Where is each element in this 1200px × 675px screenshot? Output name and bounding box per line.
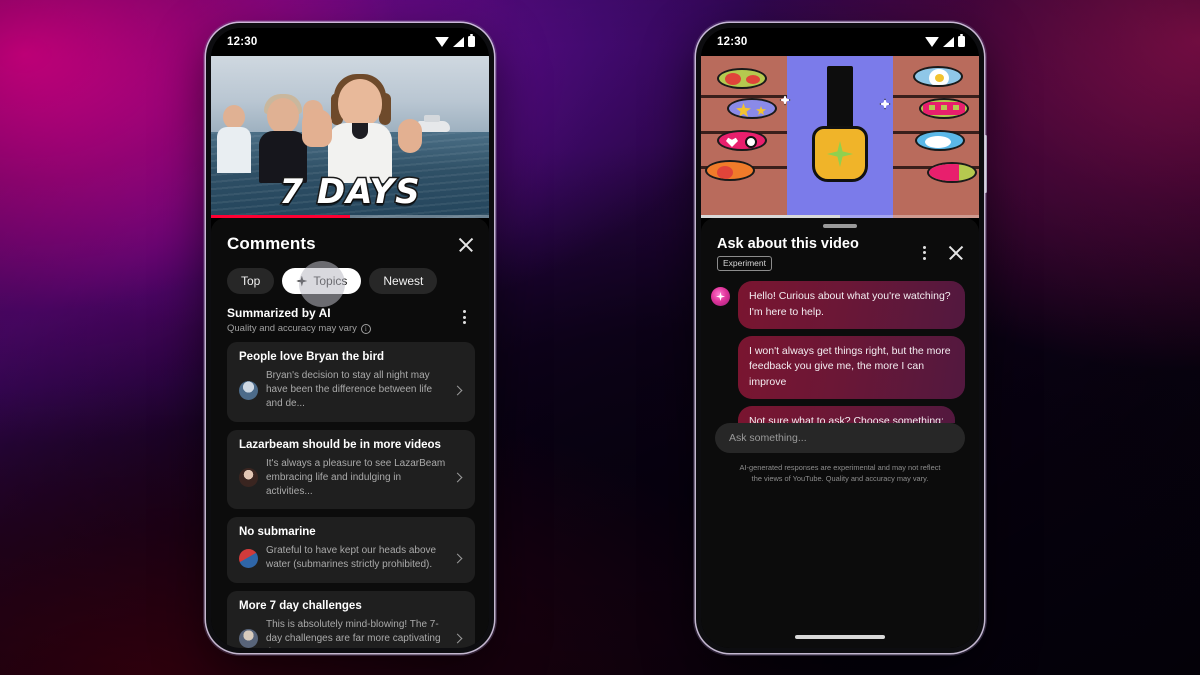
nail-shape: [717, 130, 767, 151]
ai-summary-subtitle: Quality and accuracy may vary: [227, 323, 357, 334]
status-icons: [925, 34, 965, 48]
sparkle-icon: [879, 98, 891, 110]
comment-filter-chips: Top Topics Newest: [211, 256, 489, 307]
topic-card[interactable]: Lazarbeam should be in more videos It's …: [227, 429, 475, 510]
avatar: [239, 629, 258, 648]
chip-topics-label: Topics: [313, 274, 348, 288]
chevron-right-icon[interactable]: [452, 385, 463, 396]
topic-card-title: No submarine: [239, 526, 316, 539]
chip-top[interactable]: Top: [227, 268, 275, 294]
nail-polish-bottle: [812, 66, 868, 182]
signal-icon: [943, 37, 954, 47]
sparkle-icon: [827, 141, 853, 167]
wifi-icon: [435, 37, 449, 47]
topic-card-text: Grateful to have kept our heads above wa…: [266, 545, 437, 571]
system-nav-bar-right: [701, 626, 979, 648]
status-bar-right: 12:30: [701, 28, 979, 56]
home-indicator[interactable]: [795, 635, 885, 639]
topic-card[interactable]: No submarine Grateful to have kept our h…: [227, 517, 475, 583]
chat-message: Hello! Curious about what you're watchin…: [711, 281, 965, 329]
ai-summary-header: Summarized by AI Quality and accuracy ma…: [211, 294, 489, 334]
signal-icon: [453, 37, 464, 47]
page-title: Ask about this video: [717, 235, 859, 252]
status-time: 12:30: [717, 36, 748, 48]
topic-card-list: People love Bryan the bird Bryan's decis…: [211, 334, 489, 648]
ask-video-header: Ask about this video Experiment: [701, 228, 979, 272]
close-icon[interactable]: [945, 242, 967, 264]
comments-sheet: Comments Top Topics Newest Summarized by…: [211, 218, 489, 648]
topic-card-text: It's always a pleasure to see LazarBeam …: [266, 457, 446, 497]
chip-newest[interactable]: Newest: [369, 268, 438, 294]
nail-shape: [913, 66, 963, 87]
comments-header: Comments: [211, 224, 489, 256]
status-bar-left: 12:30: [211, 28, 489, 56]
nail-shape: [705, 160, 755, 181]
chat-message: Not sure what to ask? Choose something:: [711, 405, 965, 423]
chip-newest-label: Newest: [383, 274, 424, 288]
avatar: [239, 380, 258, 400]
ask-video-sheet: Ask about this video Experiment Hello! C…: [701, 218, 979, 648]
video-player-left[interactable]: 7 DAYS: [211, 56, 489, 218]
chevron-right-icon[interactable]: [452, 553, 463, 564]
topic-card[interactable]: More 7 day challenges This is absolutely…: [227, 590, 475, 649]
topic-card-title: More 7 day challenges: [239, 599, 362, 612]
bottle-cap: [827, 66, 853, 128]
close-icon[interactable]: [455, 234, 477, 256]
bottle-body: [812, 126, 868, 182]
chevron-right-icon[interactable]: [452, 472, 463, 483]
chip-top-label: Top: [241, 274, 261, 288]
ai-disclaimer: AI-generated responses are experimental …: [739, 462, 941, 483]
avatar: [239, 548, 258, 568]
ai-summary-title: Summarized by AI: [227, 306, 331, 320]
chat-bubble: I won't always get things right, but the…: [738, 335, 965, 399]
ai-summary-subtitle-row: Quality and accuracy may vary i: [227, 323, 371, 334]
status-time: 12:30: [227, 36, 258, 48]
topic-card-text: This is absolutely mind-blowing! The 7-d…: [266, 618, 441, 649]
phone-right: 12:30 Ask about this video Experiment He…: [696, 23, 987, 653]
sparkle-icon: [296, 275, 308, 287]
chat-bubble: Not sure what to ask? Choose something:: [738, 405, 955, 423]
topic-card-title: People love Bryan the bird: [239, 351, 385, 363]
overflow-menu-icon[interactable]: [453, 306, 475, 328]
power-button[interactable]: [983, 135, 987, 193]
video-player-right[interactable]: [701, 56, 979, 218]
chat-message-list: Hello! Curious about what you're watchin…: [701, 271, 979, 423]
chat-composer: Ask something... AI-generated responses …: [701, 422, 979, 484]
avatar: [239, 468, 258, 488]
chat-bubble: Hello! Curious about what you're watchin…: [738, 281, 965, 329]
nail-shape: [717, 68, 767, 89]
info-icon[interactable]: i: [360, 323, 371, 334]
nail-shape: [919, 98, 969, 119]
background-vignette: [0, 0, 1200, 675]
video-thumbnail-ocean: 7 DAYS: [211, 56, 489, 218]
chat-message: I won't always get things right, but the…: [711, 335, 965, 399]
chevron-right-icon[interactable]: [452, 633, 463, 644]
phone-left-screen: 12:30 7 DAYS Comments Top Topics Newest …: [211, 28, 489, 648]
topic-card-title: Lazarbeam should be in more videos: [239, 438, 441, 451]
topic-card-text: Bryan's decision to stay all night may h…: [266, 370, 433, 410]
video-thumbnail-nailart: [701, 56, 979, 218]
ask-input-placeholder: Ask something...: [729, 431, 807, 444]
boat-shape: [418, 114, 451, 132]
ask-input[interactable]: Ask something...: [715, 422, 965, 453]
nail-shape: [927, 162, 977, 183]
chip-topics[interactable]: Topics: [282, 260, 362, 307]
status-icons: [435, 34, 475, 48]
nail-shape: [915, 130, 965, 151]
page-title: Comments: [227, 234, 316, 253]
phone-right-screen: 12:30 Ask about this video Experiment He…: [701, 28, 979, 648]
battery-icon: [958, 34, 965, 47]
phone-left: 12:30 7 DAYS Comments Top Topics Newest …: [206, 23, 494, 653]
ai-sparkle-avatar: [711, 287, 730, 306]
overflow-menu-icon[interactable]: [913, 242, 935, 264]
status-badge: Experiment: [717, 255, 772, 271]
nail-shape: [727, 98, 777, 119]
video-overlay-text: 7 DAYS: [278, 171, 421, 214]
wifi-icon: [925, 37, 939, 47]
topic-card[interactable]: People love Bryan the bird Bryan's decis…: [227, 342, 475, 422]
battery-icon: [468, 34, 475, 47]
